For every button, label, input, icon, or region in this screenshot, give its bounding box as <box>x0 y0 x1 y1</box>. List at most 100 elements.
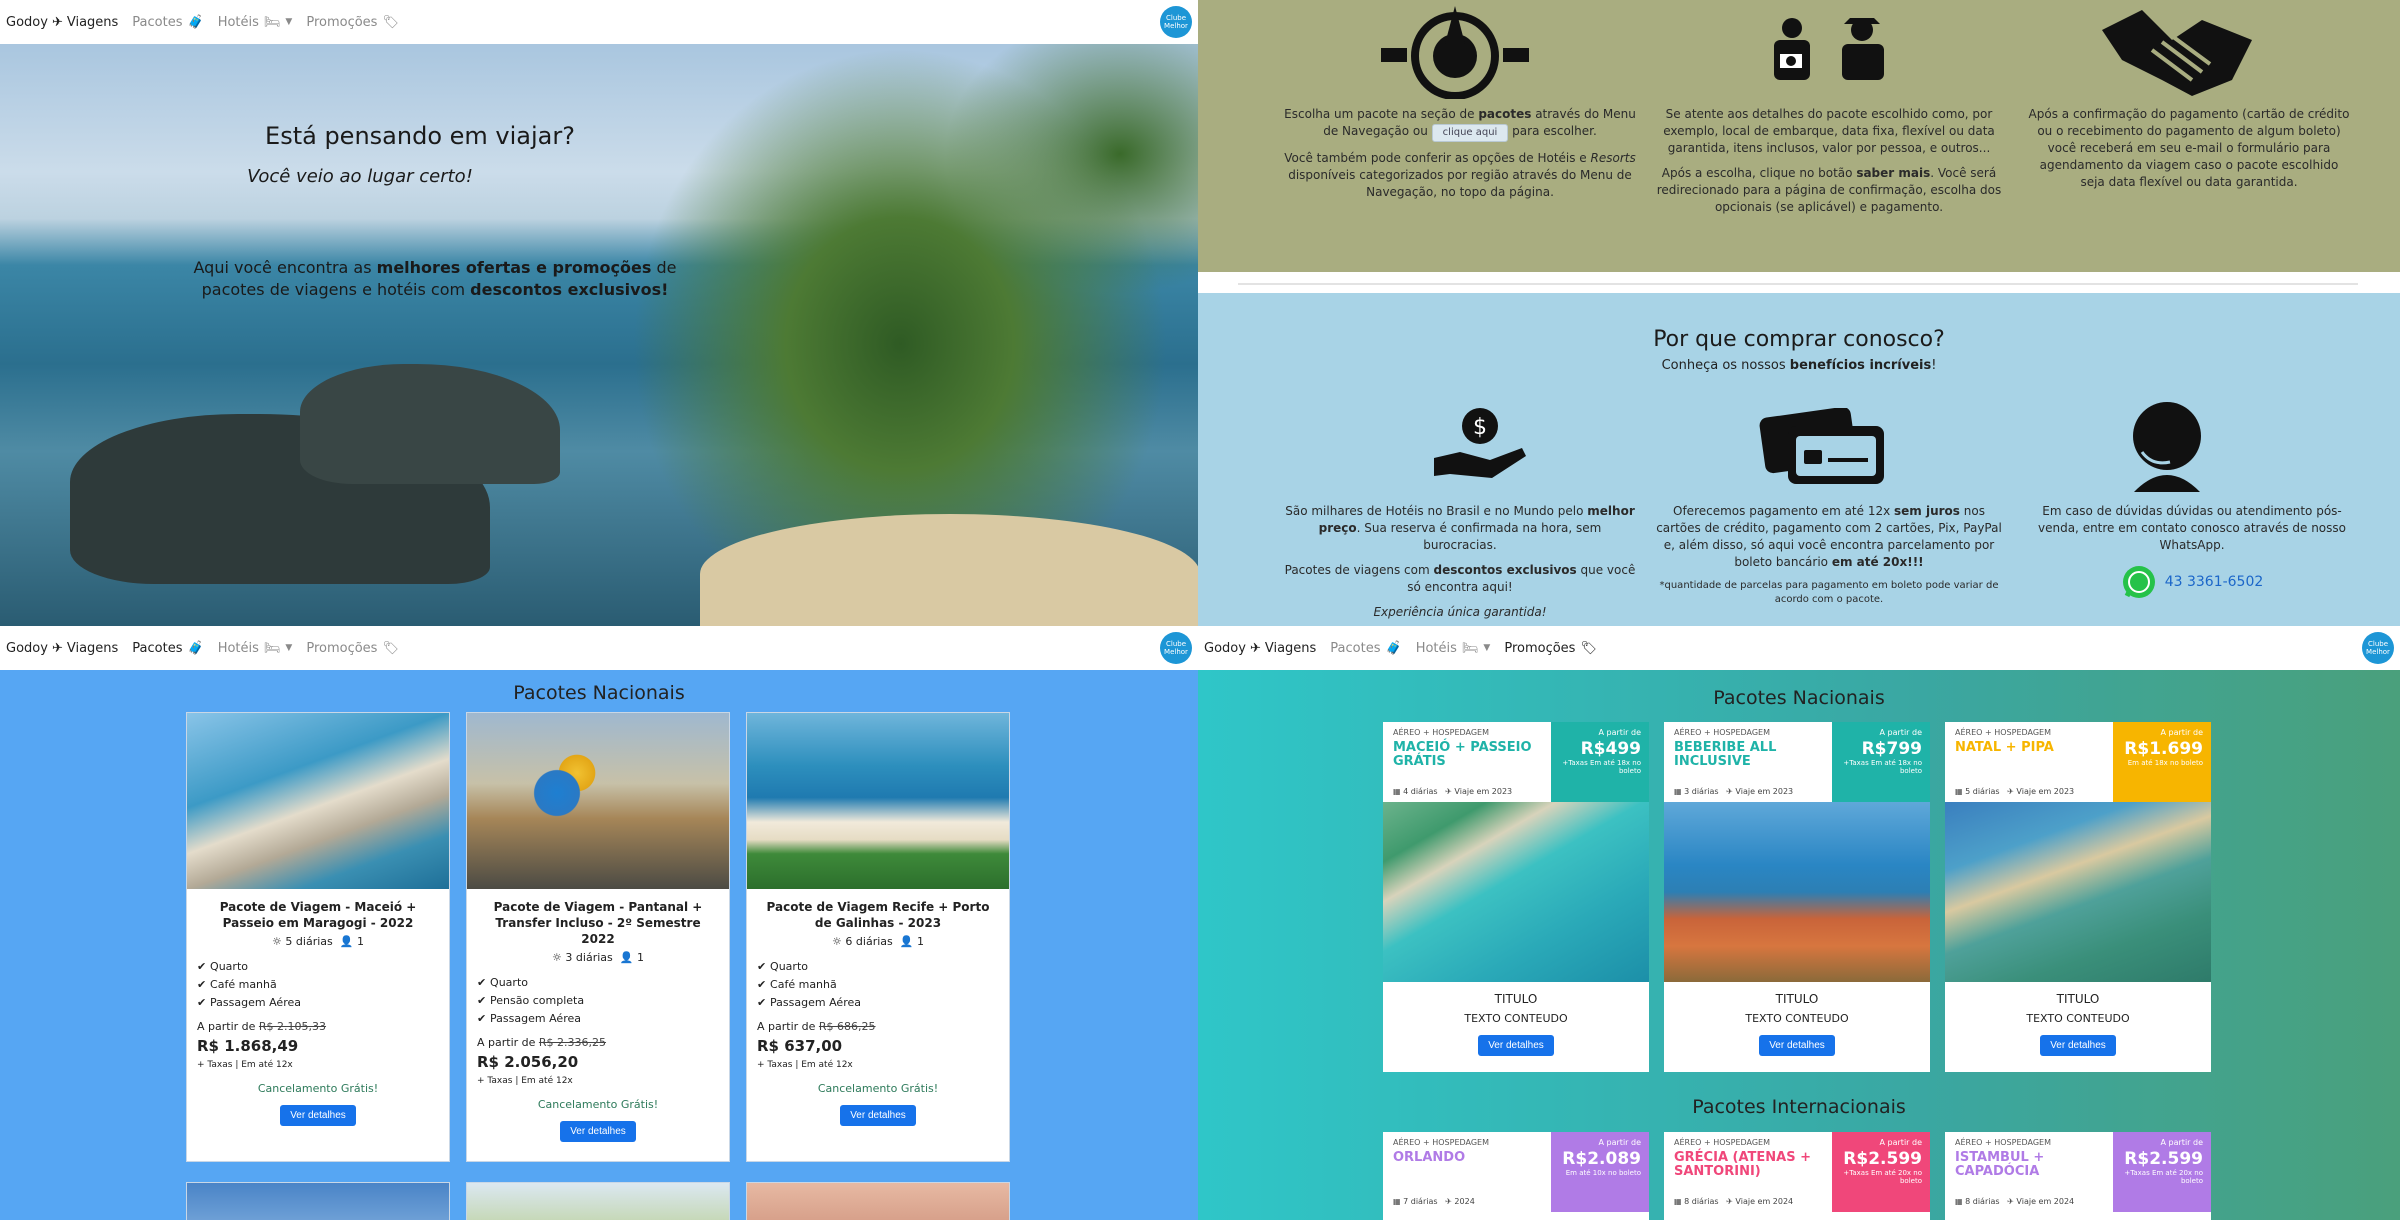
nav-hoteis-label: Hotéis <box>217 14 259 30</box>
nav-promocoes[interactable]: Promoções 🏷 <box>306 15 399 30</box>
support-headset-icon <box>2133 402 2201 492</box>
step-text: Se atente aos detalhes do pacote escolhi… <box>1663 107 1995 155</box>
click-here-button[interactable]: clique aqui <box>1431 124 1509 142</box>
bed-icon: 🛏 <box>1461 640 1479 656</box>
benefit-text: . Sua reserva é confirmada na hora, sem … <box>1356 521 1602 552</box>
benefit-3-text: Em caso de dúvidas dúvidas ou atendiment… <box>2022 503 2362 600</box>
promo-card: AÉREO + HOSPEDAGEM ISTAMBUL + CAPADÓCIA … <box>1945 1132 2211 1220</box>
package-item: Passagem Aérea <box>757 994 1009 1012</box>
club-avatar[interactable]: Clube Melhor <box>1160 632 1192 664</box>
brand[interactable]: Godoy ✈ Viagens <box>6 15 118 30</box>
package-nights: 3 diárias <box>565 951 613 964</box>
promo-when: Viaje em 2023 <box>2016 787 2075 796</box>
package-from: A partir de R$ 2.336,25 <box>467 1028 729 1049</box>
brand[interactable]: Godoy ✈ Viagens <box>1204 641 1316 656</box>
promo-price-box: A partir de R$2.599 +Taxas Em até 20x no… <box>1832 1132 1930 1212</box>
hero-title: Está pensando em viajar? <box>265 122 575 150</box>
promo-price: R$1.699 <box>2124 739 2203 759</box>
package-card: Pacote de Viagem - Pantanal + Transfer I… <box>466 712 730 1162</box>
promo-nights: 3 diárias <box>1684 787 1719 796</box>
promo-card-header: AÉREO + HOSPEDAGEM NATAL + PIPA ▦ 5 diár… <box>1945 722 2211 802</box>
benefit-note: *quantidade de parcelas para pagamento e… <box>1659 580 1999 605</box>
promo-card-header: AÉREO + HOSPEDAGEM BEBERIBE ALL INCLUSIV… <box>1664 722 1930 802</box>
tag-icon: 🏷 <box>382 640 399 656</box>
luggage-icon: 🧳 <box>187 640 204 656</box>
world-travel-icon <box>1381 6 1529 99</box>
promo-destination: ISTAMBUL + CAPADÓCIA <box>1955 1150 2045 1179</box>
calendar-icon: ▦ <box>1393 1197 1401 1206</box>
brand-suffix: Viagens <box>66 14 119 30</box>
promo-note: +Taxas Em até 20x no boleto <box>1843 1169 1922 1185</box>
promo-card: AÉREO + HOSPEDAGEM ORLANDO ▦ 7 diárias ✈… <box>1383 1132 1649 1220</box>
hero-image: Está pensando em viajar? Você veio ao lu… <box>0 44 1198 626</box>
calendar-icon: ▦ <box>1393 787 1401 796</box>
brand[interactable]: Godoy ✈ Viagens <box>6 641 118 656</box>
package-card: Pacote de Viagem - Maceió + Passeio em M… <box>186 712 450 1162</box>
nav-promocoes-label: Promoções <box>306 14 378 30</box>
benefit-text: Pacotes de viagens com <box>1284 563 1434 577</box>
plane-icon: ✈ <box>1726 787 1733 796</box>
package-card: Pacote de Viagem Recife + Porto de Galin… <box>746 712 1010 1162</box>
promo-destination: MACEIÓ + PASSEIO GRÁTIS <box>1393 740 1532 769</box>
nav-hoteis[interactable]: Hotéis 🛏 ▼ <box>1416 641 1491 656</box>
details-button[interactable]: Ver detalhes <box>1478 1035 1554 1056</box>
details-button[interactable]: Ver detalhes <box>560 1121 636 1142</box>
navbar: Godoy ✈ Viagens Pacotes 🧳 Hotéis 🛏 ▼ Promoç… <box>0 0 1198 44</box>
club-avatar[interactable]: Clube Melhor <box>2362 632 2394 664</box>
package-cancel: Cancelamento Grátis! <box>257 1082 379 1095</box>
benefits-subtitle-text: ! <box>1931 358 1937 373</box>
national-section-title: Pacotes Nacionais <box>1713 687 1885 709</box>
hero-body-text: Aqui você encontra as <box>193 258 377 277</box>
club-avatar[interactable]: Clube Melhor <box>1160 6 1192 38</box>
promo-packages-panel: Godoy ✈ Viagens Pacotes 🧳 Hotéis 🛏 ▼ Promoç… <box>1198 626 2400 1220</box>
details-button[interactable]: Ver detalhes <box>840 1105 916 1126</box>
promo-price-box: A partir de R$2.599 +Taxas Em até 20x no… <box>2113 1132 2211 1212</box>
package-item: Quarto <box>197 958 449 976</box>
promo-when: Viaje em 2023 <box>1735 787 1794 796</box>
promo-price-box: A partir de R$2.089 Em até 10x no boleto <box>1551 1132 1649 1212</box>
promo-price-box: A partir de R$1.699 Em até 18x no boleto <box>2113 722 2211 802</box>
promo-when: 2024 <box>1454 1197 1475 1206</box>
package-title: Pacote de Viagem - Pantanal + Transfer I… <box>493 900 703 946</box>
nav-hoteis[interactable]: Hotéis 🛏 ▼ <box>218 15 293 30</box>
package-old-price: R$ 2.336,25 <box>538 1036 607 1049</box>
whatsapp-phone[interactable]: 43 3361-6502 <box>2165 574 2264 591</box>
nav-pacotes[interactable]: Pacotes 🧳 <box>132 15 203 30</box>
package-item: Quarto <box>757 958 1009 976</box>
promo-from-label: A partir de <box>1598 1138 1641 1147</box>
hero-body-bold: descontos exclusivos! <box>470 280 669 299</box>
nav-pacotes[interactable]: Pacotes 🧳 <box>132 641 203 656</box>
package-from-label: A partir de <box>757 1020 819 1033</box>
calendar-icon: ▦ <box>1955 1197 1963 1206</box>
nav-promocoes[interactable]: Promoções 🏷 <box>1504 641 1597 656</box>
promo-info: ▦ 5 diárias ✈ Viaje em 2023 <box>1955 787 2074 796</box>
promo-title: TITULO <box>2056 992 2100 1006</box>
promo-title: TITULO <box>1775 992 1819 1006</box>
promo-info: ▦ 3 diárias ✈ Viaje em 2023 <box>1674 787 1793 796</box>
nav-pacotes[interactable]: Pacotes 🧳 <box>1330 641 1401 656</box>
whatsapp-contact[interactable]: 43 3361-6502 <box>2022 564 2362 600</box>
step-bold: saber mais <box>1856 166 1931 180</box>
hero-subtitle: Você veio ao lugar certo! <box>247 166 473 187</box>
step-text: disponíveis categorizados por região atr… <box>1288 168 1632 199</box>
promo-price: R$2.599 <box>1843 1149 1922 1169</box>
beach-sand <box>700 514 1198 626</box>
benefits-subtitle-text: Conheça os nossos <box>1661 358 1790 373</box>
package-nights: 6 diárias <box>845 935 893 948</box>
package-items: Quarto Café manhã Passagem Aérea <box>187 948 449 1012</box>
package-items: Quarto Pensão completa Passagem Aérea <box>467 964 729 1028</box>
promo-destination: ORLANDO <box>1393 1150 1466 1165</box>
nav-promocoes[interactable]: Promoções 🏷 <box>306 641 399 656</box>
details-button[interactable]: Ver detalhes <box>2040 1035 2116 1056</box>
nav-hoteis[interactable]: Hotéis 🛏 ▼ <box>218 641 293 656</box>
package-old-price: R$ 2.105,33 <box>258 1020 327 1033</box>
person-icon: 👤 <box>899 935 914 948</box>
promo-price: R$499 <box>1580 739 1641 759</box>
tag-icon: 🏷 <box>382 14 399 30</box>
promo-card: AÉREO + HOSPEDAGEM GRÉCIA (ATENAS + SANT… <box>1664 1132 1930 1220</box>
promo-from-label: A partir de <box>2160 728 2203 737</box>
promo-nights: 8 diárias <box>1684 1197 1719 1206</box>
details-button[interactable]: Ver detalhes <box>280 1105 356 1126</box>
package-old-price: R$ 686,25 <box>818 1020 876 1033</box>
details-button[interactable]: Ver detalhes <box>1759 1035 1835 1056</box>
